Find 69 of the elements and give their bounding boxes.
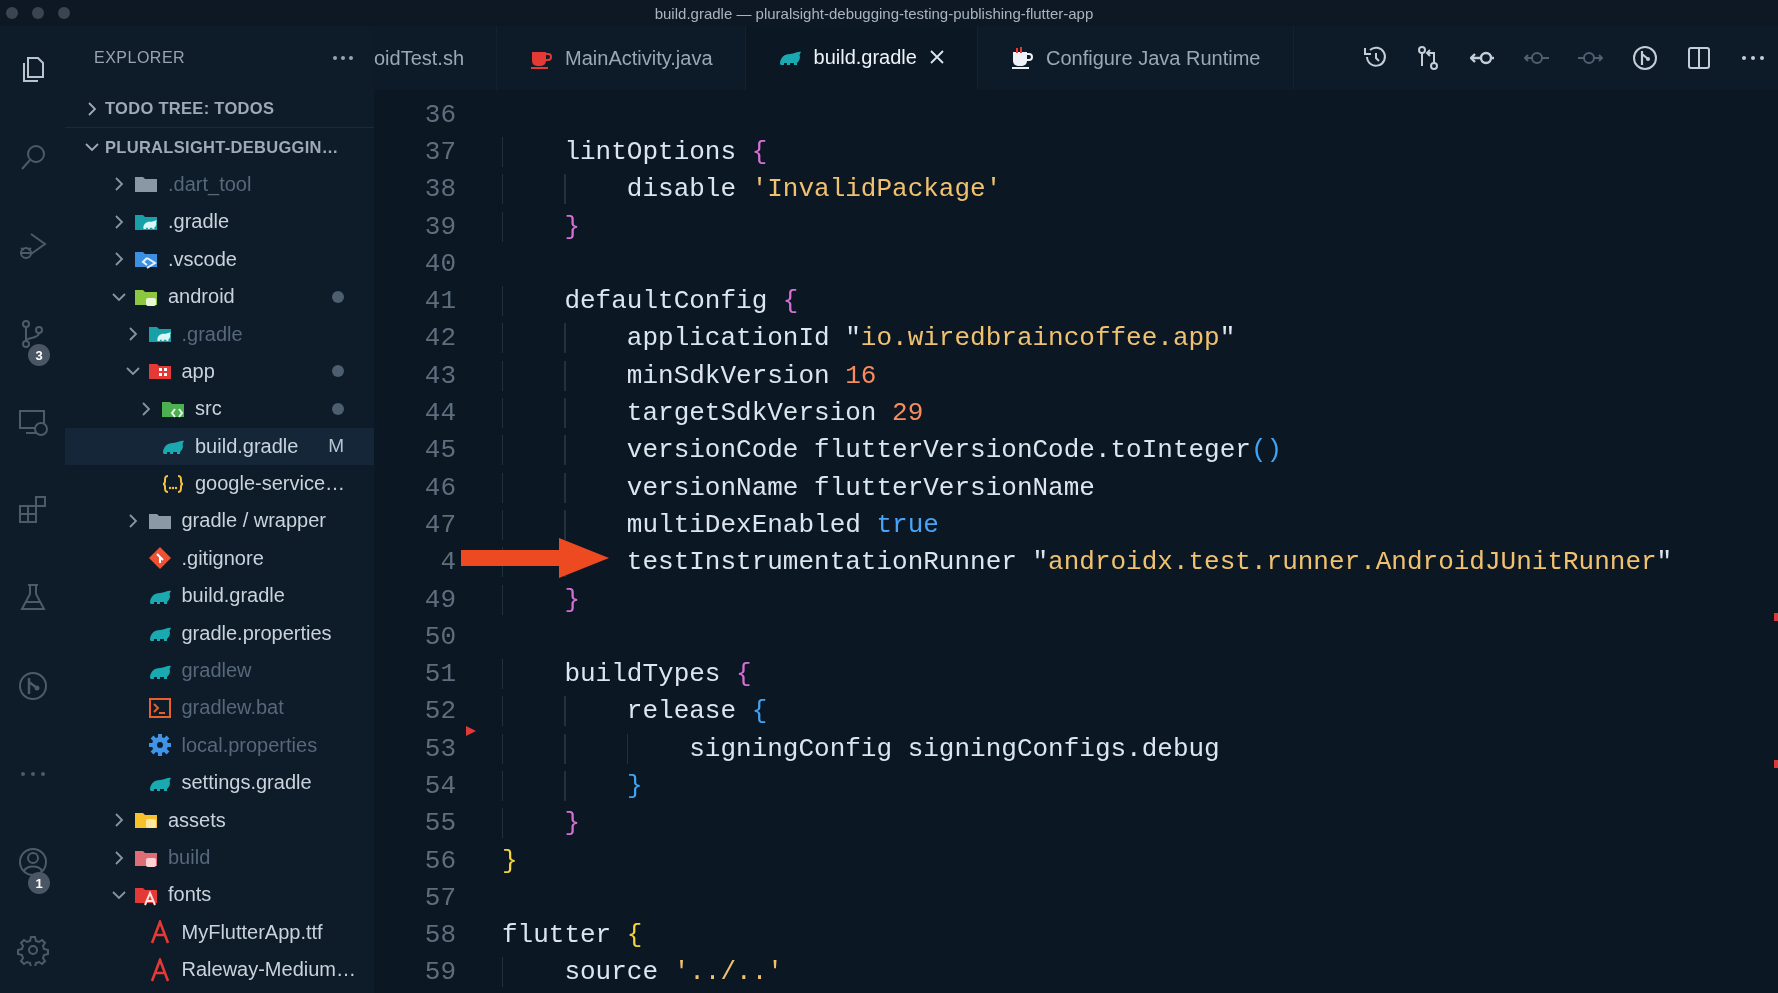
settings-icon[interactable] [16, 934, 49, 966]
line-number: 59 [423, 957, 456, 988]
notification-count: 1 [28, 872, 50, 894]
line-number: 58 [423, 920, 456, 951]
notification-count: 3 [28, 344, 50, 366]
line-number: 54 [423, 771, 456, 801]
file-item[interactable]: build.gradle [65, 577, 374, 615]
overview-ruler-mark [1774, 760, 1778, 768]
window-title: build.gradle — pluralsight-debugging-testing-publishing-flutter-app [653, 4, 1095, 22]
line-number: 43 [423, 360, 456, 391]
window-close-button[interactable] [6, 7, 18, 19]
line-number: 38 [423, 174, 456, 205]
editor-tab[interactable]: Configure Java Runtime [977, 26, 1294, 90]
line-number: 39 [423, 211, 456, 242]
window-zoom-button[interactable] [58, 7, 70, 19]
split-editor-icon[interactable] [1686, 45, 1712, 71]
line-number: 40 [423, 248, 456, 279]
folder-item[interactable]: .gradle [65, 203, 374, 241]
line-number: 42 [423, 323, 456, 354]
line-number: 55 [423, 808, 456, 839]
editor-tab[interactable]: build.gradle [745, 26, 978, 90]
line-number: 4 [439, 547, 456, 578]
file-item[interactable]: build.gradle M [65, 427, 374, 465]
line-number: 36 [423, 99, 456, 130]
folder-item[interactable]: android [65, 277, 374, 316]
line-number: 50 [423, 621, 456, 652]
account-icon[interactable] [16, 846, 49, 878]
line-number: 49 [423, 584, 456, 615]
file-item[interactable]: settings.gradle [65, 764, 374, 802]
line-number: 41 [423, 286, 456, 317]
line-number: 51 [423, 659, 456, 690]
line-number: 46 [423, 472, 456, 503]
editor-tab[interactable]: MainActivity.java [497, 26, 746, 90]
line-number: 45 [423, 435, 456, 466]
java-icon [1009, 46, 1034, 70]
folder-item[interactable]: assets [65, 801, 374, 839]
line-number: 56 [423, 845, 456, 876]
folder-item[interactable]: .vscode [65, 240, 374, 278]
gear-icon [147, 733, 172, 758]
sidebar-title: EXPLORER [94, 49, 186, 67]
file-item[interactable]: google-service… [65, 464, 374, 503]
file-item[interactable]: .gitignore [65, 539, 374, 578]
section-header[interactable]: PLURALSIGHT-DEBUGGIN… [65, 128, 374, 166]
file-item[interactable]: gradle.properties [65, 614, 374, 652]
folder-item[interactable]: fonts [65, 876, 374, 914]
editor-tab[interactable]: oidTest.sh [374, 26, 498, 90]
line-number: 44 [423, 398, 456, 428]
code-line: } [502, 845, 518, 876]
overview-ruler-mark [1774, 613, 1778, 621]
file-item[interactable]: Raleway-Medium… [65, 951, 374, 989]
line-number: 52 [423, 696, 456, 727]
file-item[interactable]: MyFlutterApp.ttf [65, 913, 374, 951]
extensions-icon[interactable] [16, 494, 49, 526]
git-graph-icon[interactable] [1632, 45, 1658, 71]
more-icon[interactable] [332, 55, 354, 61]
git-icon [147, 546, 172, 571]
line-number: 47 [423, 509, 456, 540]
terminal-icon [147, 695, 172, 720]
section-header[interactable]: TODO TREE: TODOS [65, 90, 374, 129]
folder-item[interactable]: app [65, 352, 374, 391]
line-number: 57 [423, 882, 456, 913]
line-number: 53 [423, 733, 456, 764]
line-number: 37 [423, 136, 456, 167]
window-minimize-button[interactable] [32, 7, 44, 19]
folder-item[interactable]: src [65, 390, 374, 428]
folder-item[interactable]: gradle / wrapper [65, 502, 374, 540]
git-status-letter: M [328, 435, 344, 458]
close-icon[interactable] [928, 49, 945, 65]
code-line: flutter { [502, 920, 643, 951]
